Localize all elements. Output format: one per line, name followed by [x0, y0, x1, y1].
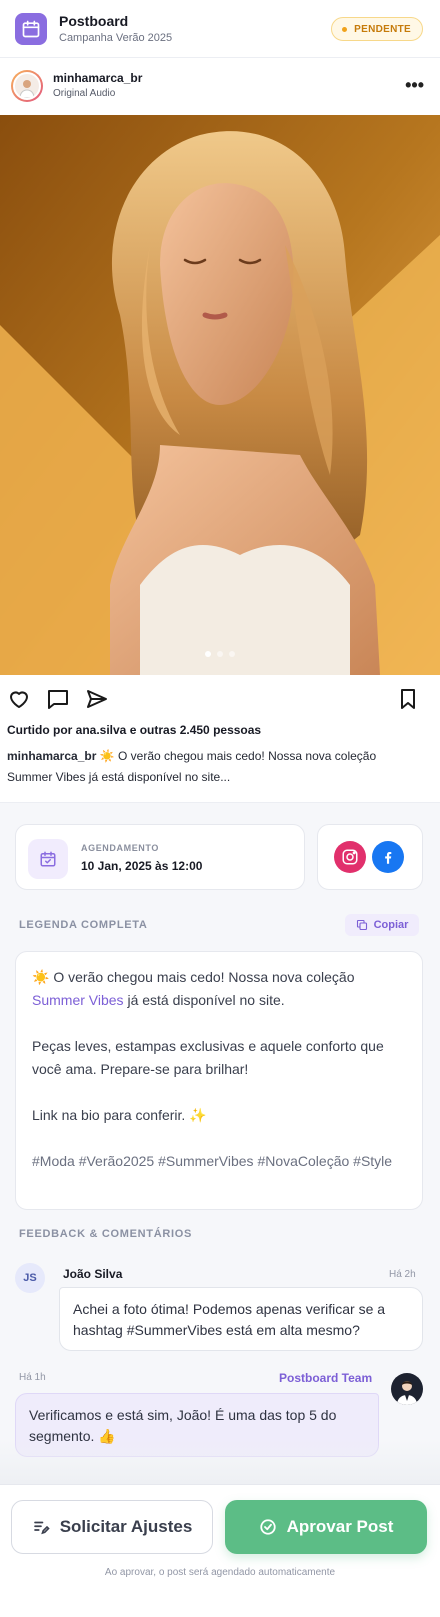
post-username[interactable]: minhamarca_br: [53, 71, 142, 85]
caption-paragraph: ☀️ O verão chegou mais cedo! Nossa nova …: [32, 966, 410, 1012]
avatar: JS: [15, 1263, 45, 1293]
status-label: PENDENTE: [354, 23, 411, 35]
request-adjustments-button[interactable]: Solicitar Ajustes: [11, 1500, 213, 1554]
legend-card: ☀️ O verão chegou mais cedo! Nossa nova …: [15, 951, 423, 1210]
top-bar: Postboard Campanha Verão 2025 PENDENTE: [0, 0, 440, 58]
facebook-icon[interactable]: [372, 841, 404, 873]
post-actions: Curtido por ana.silva e outras 2.450 pes…: [0, 675, 440, 803]
brand-avatar[interactable]: [11, 70, 43, 102]
copy-button[interactable]: Copiar: [345, 914, 419, 936]
feedback-section-title: FEEDBACK & COMENTÁRIOS: [19, 1228, 193, 1240]
caption-text: ☀️ O verão chegou mais cedo! Nossa nova …: [32, 969, 355, 985]
carousel-dot[interactable]: [205, 651, 211, 657]
carousel-indicator: [0, 651, 440, 657]
check-circle-icon: [259, 1519, 276, 1535]
instagram-icon[interactable]: [334, 841, 366, 873]
approve-post-label: Aprovar Post: [286, 1517, 394, 1536]
caption-preview: minhamarca_br ☀️ O verão chegou mais ced…: [7, 746, 417, 788]
post-audio[interactable]: Original Audio: [53, 88, 115, 99]
action-footer: Solicitar Ajustes Aprovar Post Ao aprova…: [0, 1484, 440, 1617]
comment-bubble: Achei a foto ótima! Podemos apenas verif…: [59, 1287, 423, 1351]
carousel-dot[interactable]: [229, 651, 235, 657]
edit-list-icon: [33, 1521, 50, 1535]
caption-paragraph: Peças leves, estampas exclusivas e aquel…: [32, 1038, 384, 1077]
copy-icon: [356, 919, 367, 931]
more-options-icon[interactable]: •••: [405, 76, 424, 94]
calendar-check-icon: [28, 839, 68, 879]
team-avatar: [391, 1373, 423, 1405]
carousel-dot[interactable]: [217, 651, 223, 657]
bookmark-icon[interactable]: [396, 687, 420, 711]
copy-label: Copiar: [373, 919, 409, 931]
post-header: minhamarca_br Original Audio •••: [0, 58, 440, 115]
heart-icon[interactable]: [7, 687, 31, 711]
caption-hashtags: #Moda #Verão2025 #SummerVibes #NovaColeç…: [32, 1153, 393, 1169]
caption-text: já está disponível no site.: [123, 992, 285, 1008]
legend-section-title: LEGENDA COMPLETA: [19, 919, 148, 931]
share-icon[interactable]: [85, 687, 109, 711]
caption-highlight: Summer Vibes: [32, 992, 124, 1008]
approval-note: Ao aprovar, o post será agendado automat…: [104, 1567, 336, 1578]
app-title: Postboard: [59, 13, 129, 29]
campaign-name: Campanha Verão 2025: [59, 32, 173, 44]
caption-username[interactable]: minhamarca_br: [7, 749, 96, 763]
approve-post-button[interactable]: Aprovar Post: [225, 1500, 427, 1554]
schedule-date: 10 Jan, 2025 às 12:00: [81, 859, 203, 873]
full-caption: ☀️ O verão chegou mais cedo! Nossa nova …: [32, 966, 410, 1173]
comment-time: Há 2h: [389, 1269, 416, 1280]
post-image: [0, 115, 440, 675]
networks-card: [317, 824, 423, 890]
comment-author: Postboard Team: [279, 1371, 373, 1385]
scroll-fade: [0, 1440, 440, 1484]
schedule-label: AGENDAMENTO: [81, 843, 159, 853]
status-dot: [342, 26, 348, 32]
schedule-card: AGENDAMENTO 10 Jan, 2025 às 12:00: [15, 824, 305, 890]
calendar-icon: [15, 13, 47, 45]
likes-count[interactable]: Curtido por ana.silva e outras 2.450 pes…: [7, 723, 261, 737]
status-badge: PENDENTE: [331, 17, 423, 41]
comment-icon[interactable]: [46, 687, 70, 711]
comment-author: João Silva: [63, 1267, 123, 1281]
request-adjustments-label: Solicitar Ajustes: [59, 1517, 193, 1536]
comment-time: Há 1h: [19, 1372, 46, 1383]
caption-paragraph: Link na bio para conferir. ✨: [32, 1107, 207, 1123]
